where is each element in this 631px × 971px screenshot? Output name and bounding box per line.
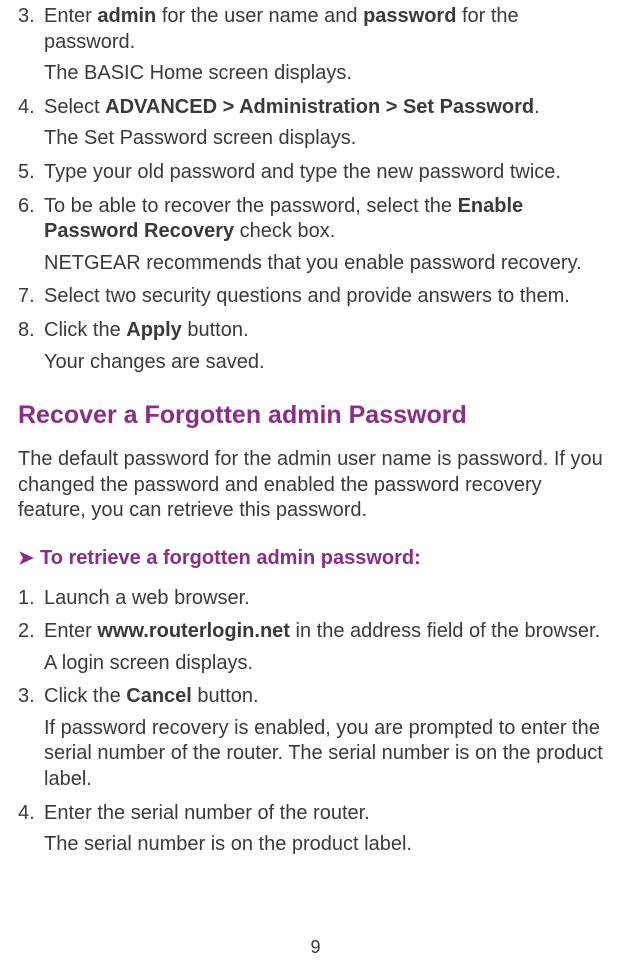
ordered-list-change-password: 3. Enter admin for the user name and pass… — [18, 4, 613, 375]
change-password-item: 7. Select two security questions and prov… — [18, 284, 613, 310]
list-number: 4. — [18, 95, 35, 121]
list-item-text: To be able to recover the password, sele… — [44, 194, 613, 245]
ordered-list-recover-password: 1. Launch a web browser. 2. Enter www.route… — [18, 586, 613, 858]
list-item-subtext: A login screen displays. — [44, 651, 613, 677]
bold-text: ADVANCED > Administration > Set Password — [105, 96, 534, 118]
list-item-text: Click the Apply button. — [44, 318, 613, 344]
recover-password-item: 2. Enter www.routerlogin.net in the addre… — [18, 619, 613, 676]
bold-text: Enable Password Recovery — [44, 195, 523, 243]
list-item-subtext: NETGEAR recommends that you enable passw… — [44, 251, 613, 277]
list-number: 8. — [18, 318, 35, 344]
bold-text: admin — [97, 5, 156, 27]
list-item-text: Select ADVANCED > Administration > Set P… — [44, 95, 613, 121]
change-password-item: 6. To be able to recover the password, se… — [18, 194, 613, 277]
recover-password-item: 3. Click the Cancel button. If password re… — [18, 684, 613, 792]
list-item-subtext: The serial number is on the product labe… — [44, 832, 613, 858]
bold-text: Cancel — [126, 685, 192, 707]
change-password-item: 5. Type your old password and type the ne… — [18, 160, 613, 186]
list-item-text: Select two security questions and provid… — [44, 284, 613, 310]
page-number: 9 — [0, 936, 631, 959]
list-item-subtext: If password recovery is enabled, you are… — [44, 716, 613, 793]
list-item-text: Type your old password and type the new … — [44, 160, 613, 186]
intro-paragraph: The default password for the admin user … — [18, 447, 613, 524]
list-item-text: Enter admin for the user name and passwo… — [44, 4, 613, 55]
list-item-text: Click the Cancel button. — [44, 684, 613, 710]
list-number: 7. — [18, 284, 35, 310]
list-number: 3. — [18, 684, 35, 710]
list-item-text: Launch a web browser. — [44, 586, 613, 612]
procedure-label: To retrieve a forgotten admin password: — [40, 546, 613, 572]
list-item-subtext: Your changes are saved. — [44, 350, 613, 376]
list-number: 4. — [18, 801, 35, 827]
bold-text: www.routerlogin.net — [97, 620, 290, 642]
list-item-subtext: The Set Password screen displays. — [44, 126, 613, 152]
procedure-heading: ➤ To retrieve a forgotten admin password… — [18, 546, 613, 572]
change-password-item: 4. Select ADVANCED > Administration > Set… — [18, 95, 613, 152]
list-number: 1. — [18, 586, 35, 612]
section-heading: Recover a Forgotten admin Password — [18, 399, 613, 431]
list-item-text: Enter www.routerlogin.net in the address… — [44, 619, 613, 645]
recover-password-item: 4. Enter the serial number of the router.… — [18, 801, 613, 858]
list-item-subtext: The BASIC Home screen displays. — [44, 61, 613, 87]
bold-text: Apply — [126, 319, 182, 341]
list-number: 5. — [18, 160, 35, 186]
change-password-item: 3. Enter admin for the user name and pass… — [18, 4, 613, 87]
list-item-text: Enter the serial number of the router. — [44, 801, 613, 827]
arrow-icon: ➤ — [18, 549, 40, 568]
list-number: 3. — [18, 4, 35, 30]
list-number: 2. — [18, 619, 35, 645]
list-number: 6. — [18, 194, 35, 220]
bold-text: password — [363, 5, 456, 27]
recover-password-item: 1. Launch a web browser. — [18, 586, 613, 612]
change-password-item: 8. Click the Apply button. Your changes ar… — [18, 318, 613, 375]
